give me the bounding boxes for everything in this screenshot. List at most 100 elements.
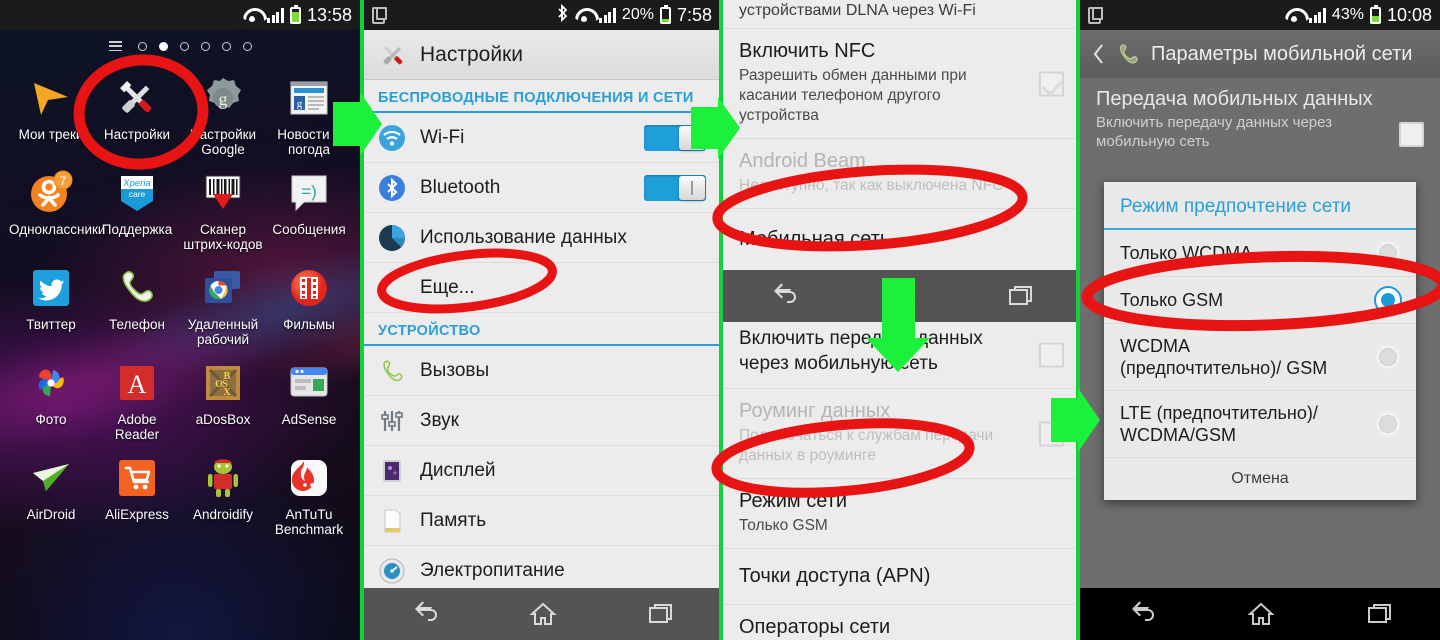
app-icon-news-weather[interactable]: g Новости и погода [266, 66, 352, 157]
bluetooth-toggle[interactable] [644, 174, 706, 201]
app-icon-androidify[interactable]: Androidify [180, 446, 266, 537]
app-icon-remote-desktop[interactable]: Удаленный рабочий [180, 256, 266, 347]
app-icon-settings[interactable]: Настройки [94, 66, 180, 157]
mobile-data-checkbox[interactable] [1399, 122, 1424, 147]
panel-separator [1076, 0, 1080, 640]
app-icon-antutu[interactable]: AnTuTu Benchmark [266, 446, 352, 537]
page-dot[interactable] [137, 41, 147, 51]
app-label: Настройки Google [189, 127, 257, 157]
settings-row-wifi[interactable]: Wi-Fi [364, 113, 720, 163]
settings-row-data-usage[interactable]: Использование данных [364, 213, 720, 263]
settings-row-label: Использование данных [420, 226, 627, 248]
radio-button[interactable] [1376, 345, 1400, 369]
sound-icon [381, 410, 403, 431]
app-icon-my-tracks[interactable]: Мои треки [8, 66, 94, 157]
settings-tools-icon [111, 72, 163, 124]
app-icon-photos[interactable]: Фото [8, 351, 94, 442]
dialog-option-lte-pref[interactable]: LTE (предпочтительно)/ WCDMA/GSM [1104, 391, 1416, 458]
settings-row-power[interactable]: Электропитание [364, 546, 720, 588]
dialog-option-label: LTE (предпочтительно)/ WCDMA/GSM [1120, 403, 1318, 445]
network-params-header: Параметры мобильной сети [1080, 30, 1440, 78]
settings-row-storage[interactable]: Память [364, 496, 720, 546]
nfc-checkbox[interactable] [1039, 71, 1064, 96]
app-icon-aliexpress[interactable]: AliExpress [94, 446, 180, 537]
app-icon-airdroid[interactable]: AirDroid [8, 446, 94, 537]
app-label: Сканер штрих-кодов [183, 222, 263, 252]
status-time: 7:58 [676, 4, 712, 25]
recents-icon[interactable] [647, 601, 675, 627]
pref-summary: Недоступно, так как выключена NFC [739, 177, 1004, 194]
app-icon-phone[interactable]: Телефон [94, 256, 180, 347]
page-dot[interactable] [221, 41, 231, 51]
photos-icon [25, 357, 77, 409]
pref-summary: Разрешить обмен данными при касании теле… [739, 67, 967, 124]
google-settings-icon: g [197, 72, 249, 124]
battery-icon [659, 4, 671, 24]
pref-enable-mobile-data[interactable]: Включить передачу данных через мобильную… [723, 322, 1080, 389]
home-icon[interactable] [529, 601, 557, 627]
settings-row-more[interactable]: Еще... [364, 263, 720, 313]
pref-mobile-network[interactable]: Мобильная сеть [723, 209, 1080, 270]
bluetooth-icon [379, 174, 405, 201]
pref-android-beam: Android Beam Недоступно, так как выключе… [723, 139, 1080, 209]
recents-icon[interactable] [1366, 601, 1394, 627]
twitter-icon [25, 262, 77, 314]
dialog-option-gsm-only[interactable]: Только GSM [1104, 277, 1416, 324]
radio-button[interactable] [1376, 412, 1400, 436]
page-dot[interactable] [200, 41, 210, 51]
pref-title: Включить передачу данных через мобильную… [739, 328, 983, 374]
pref-mobile-data[interactable]: Передача мобильных данных Включить перед… [1080, 78, 1440, 165]
app-icon-messaging[interactable]: =) Сообщения [266, 161, 352, 252]
dialog-cancel-button[interactable]: Отмена [1104, 458, 1416, 500]
app-icon-adsense[interactable]: AdSense [266, 351, 352, 442]
recents-icon[interactable] [1007, 283, 1035, 309]
dialog-option-wcdma-only[interactable]: Только WCDMA [1104, 230, 1416, 277]
app-label: Новости и погода [277, 127, 341, 157]
back-icon[interactable] [768, 283, 798, 309]
badge-count: 7 [60, 174, 67, 188]
app-icon-barcode-scanner[interactable]: Сканер штрих-кодов [180, 161, 266, 252]
svg-text:Xperia: Xperia [122, 178, 150, 189]
radio-button-selected[interactable] [1376, 288, 1400, 312]
settings-row-sound[interactable]: Звук [364, 396, 720, 446]
mobile-network-lower: Включить передачу данных через мобильную… [723, 322, 1080, 640]
page-dot[interactable] [242, 41, 252, 51]
pref-enable-nfc[interactable]: Включить NFC Разрешить обмен данными при… [723, 29, 1080, 139]
page-dot-active[interactable] [158, 41, 168, 51]
page-indicator[interactable] [0, 30, 360, 62]
back-icon[interactable] [1126, 601, 1156, 627]
settings-row-calls[interactable]: Вызовы [364, 346, 720, 396]
dialog-option-wcdma-pref-gsm[interactable]: WCDMA (предпочтительно)/ GSM [1104, 324, 1416, 391]
pref-network-mode[interactable]: Режим сети Только GSM [723, 479, 1080, 549]
home-icon[interactable] [1247, 601, 1275, 627]
app-icon-twitter[interactable]: Твиттер [8, 256, 94, 347]
bluetooth-icon [556, 3, 569, 26]
chevron-left-icon[interactable] [1092, 43, 1105, 65]
settings-body: Настройки БЕСПРОВОДНЫЕ ПОДКЛЮЧЕНИЯ И СЕТ… [364, 30, 720, 588]
messaging-icon: =) [283, 167, 335, 219]
pref-apn[interactable]: Точки доступа (APN) [723, 549, 1080, 605]
home-screen-wallpaper: Мои треки Настройки g Настройки Google g… [0, 30, 360, 640]
apps-menu-icon[interactable] [108, 41, 122, 51]
app-icon-support[interactable]: Xperia care Поддержка [94, 161, 180, 252]
page-dot[interactable] [179, 41, 189, 51]
app-icon-movies[interactable]: Фильмы [266, 256, 352, 347]
app-grid: Мои треки Настройки g Настройки Google g… [8, 66, 352, 537]
pref-title: Операторы сети [739, 616, 891, 638]
back-icon[interactable] [409, 601, 439, 627]
app-icon-adosbox[interactable]: B O S X aDosBox [180, 351, 266, 442]
status-time: 10:08 [1386, 4, 1432, 25]
home-icon[interactable] [888, 283, 917, 309]
app-icon-adobe-reader[interactable]: A Adobe Reader [94, 351, 180, 442]
app-label: Сообщения [272, 222, 346, 237]
wifi-toggle[interactable] [644, 124, 706, 151]
androidify-icon [197, 452, 249, 504]
pref-network-operators[interactable]: Операторы сети Выбор оператора сети [723, 605, 1080, 640]
radio-button[interactable] [1376, 241, 1400, 265]
app-icon-google-settings[interactable]: g Настройки Google [180, 66, 266, 157]
app-icon-odnoklassniki[interactable]: 7 Одноклассники [8, 161, 105, 252]
pref-summary: Подключаться к службам передачи данных в… [739, 427, 994, 464]
mobile-data-checkbox[interactable] [1039, 342, 1064, 368]
settings-row-display[interactable]: Дисплей [364, 446, 720, 496]
settings-row-bluetooth[interactable]: Bluetooth [364, 163, 720, 213]
